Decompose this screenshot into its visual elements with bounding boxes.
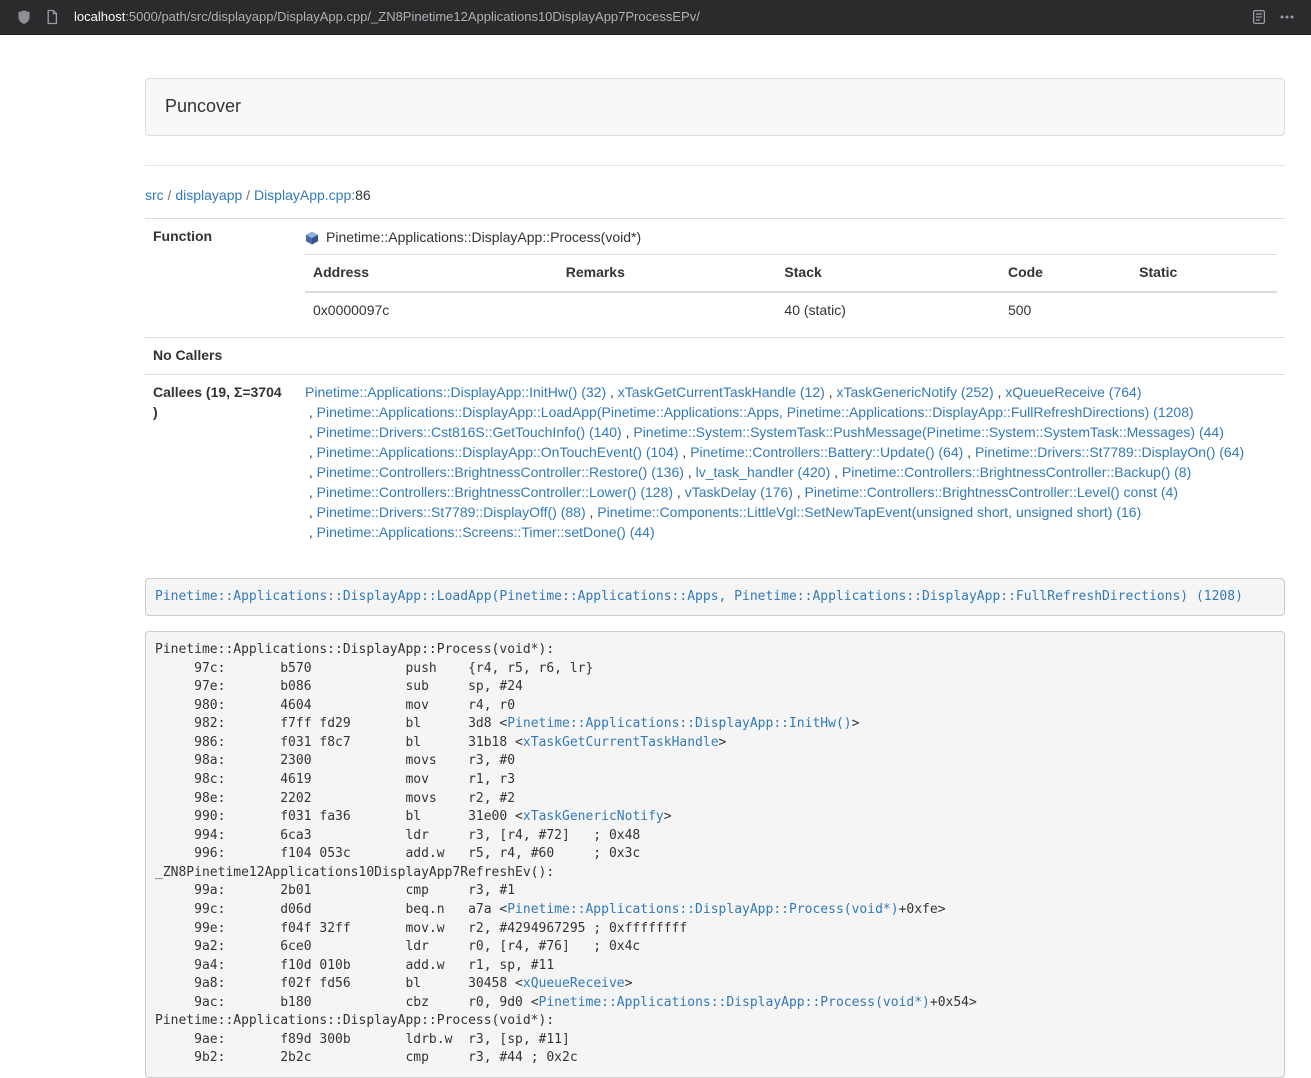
disassembly-symbol-link[interactable]: Pinetime::Applications::DisplayApp::Proc…: [507, 902, 898, 917]
callee-link[interactable]: Pinetime::Applications::DisplayApp::OnTo…: [317, 444, 679, 460]
reader-mode-icon[interactable]: [1245, 4, 1273, 30]
callee-link[interactable]: lv_task_handler (420): [696, 464, 831, 480]
callee-separator: ,: [793, 484, 805, 500]
cell-address: 0x0000097c: [305, 292, 558, 329]
browser-url-bar: localhost:5000/path/src/displayapp/Displ…: [0, 0, 1311, 35]
app-header-panel: Puncover: [145, 78, 1285, 136]
callee-separator: ,: [606, 384, 618, 400]
callee-separator: ,: [305, 464, 317, 480]
callee-separator: ,: [673, 484, 685, 500]
function-name: Pinetime::Applications::DisplayApp::Proc…: [326, 228, 641, 248]
divider: [145, 165, 1285, 166]
callee-separator: ,: [825, 384, 837, 400]
breadcrumb-separator: /: [164, 187, 176, 203]
breadcrumb: src / displayapp / DisplayApp.cpp:86: [145, 186, 1285, 206]
callee-link[interactable]: vTaskDelay (176): [685, 484, 793, 500]
disassembly-symbol-link[interactable]: Pinetime::Applications::DisplayApp::Init…: [507, 716, 851, 731]
callee-separator: ,: [684, 464, 696, 480]
callee-link[interactable]: Pinetime::Controllers::BrightnessControl…: [317, 464, 684, 480]
line-number: 86: [355, 187, 371, 203]
url-path: :5000/path/src/displayapp/DisplayApp.cpp…: [125, 9, 700, 24]
callee-separator: ,: [963, 444, 975, 460]
callees-list: Pinetime::Applications::DisplayApp::Init…: [297, 374, 1285, 550]
breadcrumb-link[interactable]: displayapp: [175, 187, 242, 203]
callee-link[interactable]: Pinetime::Controllers::BrightnessControl…: [842, 464, 1191, 480]
url-host: localhost: [74, 9, 125, 24]
callee-separator: ,: [305, 524, 317, 540]
breadcrumb-separator: /: [242, 187, 254, 203]
callee-link[interactable]: Pinetime::Drivers::St7789::DisplayOn() (…: [975, 444, 1244, 460]
callee-link[interactable]: xQueueReceive (764): [1005, 384, 1141, 400]
callee-separator: ,: [305, 404, 317, 420]
column-header-remarks: Remarks: [558, 254, 777, 291]
callee-link[interactable]: Pinetime::System::SystemTask::PushMessag…: [633, 424, 1224, 440]
app-title: Puncover: [165, 96, 241, 116]
callee-separator: ,: [994, 384, 1006, 400]
callees-row: Callees (19, Σ=3704 ) Pinetime::Applicat…: [145, 374, 1285, 550]
callee-separator: ,: [679, 444, 691, 460]
callee-link[interactable]: Pinetime::Controllers::Battery::Update()…: [690, 444, 963, 460]
disassembly-symbol-link[interactable]: xQueueReceive: [523, 976, 625, 991]
callee-link[interactable]: Pinetime::Drivers::Cst816S::GetTouchInfo…: [317, 424, 622, 440]
function-stats-table: Address Remarks Stack Code Static 0x0000…: [305, 254, 1277, 329]
callee-separator: ,: [305, 444, 317, 460]
no-callers-label: No Callers: [145, 337, 297, 374]
cell-remarks: [558, 292, 777, 329]
callee-separator: ,: [305, 424, 317, 440]
callee-separator: ,: [622, 424, 634, 440]
callee-separator: ,: [830, 464, 842, 480]
disassembly-symbol-link[interactable]: xTaskGenericNotify: [523, 809, 664, 824]
breadcrumb-link[interactable]: DisplayApp.cpp:: [254, 187, 355, 203]
column-header-code: Code: [1000, 254, 1131, 291]
callee-link[interactable]: Pinetime::Components::LittleVgl::SetNewT…: [597, 504, 1141, 520]
breadcrumb-link[interactable]: src: [145, 187, 164, 203]
table-row: 0x0000097c 40 (static) 500: [305, 292, 1277, 329]
column-header-address: Address: [305, 254, 558, 291]
column-header-stack: Stack: [776, 254, 1000, 291]
cell-stack: 40 (static): [776, 292, 1000, 329]
function-row: Function Pinetime::Applications::Display…: [145, 218, 1285, 337]
function-type-icon: [305, 231, 319, 245]
callee-link[interactable]: Pinetime::Applications::DisplayApp::Init…: [305, 384, 606, 400]
cell-static: [1131, 292, 1277, 329]
load-app-snippet: Pinetime::Applications::DisplayApp::Load…: [145, 578, 1285, 617]
callee-link[interactable]: Pinetime::Applications::Screens::Timer::…: [317, 524, 655, 540]
snippet-link[interactable]: Pinetime::Applications::DisplayApp::Load…: [155, 589, 1243, 604]
url-text[interactable]: localhost:5000/path/src/displayapp/Displ…: [74, 8, 1245, 27]
callees-label: Callees (19, Σ=3704 ): [145, 374, 297, 550]
column-header-static: Static: [1131, 254, 1277, 291]
callee-separator: ,: [586, 504, 598, 520]
callee-link[interactable]: Pinetime::Drivers::St7789::DisplayOff() …: [317, 504, 586, 520]
disassembly-code-block: Pinetime::Applications::DisplayApp::Proc…: [145, 631, 1285, 1078]
callee-link[interactable]: Pinetime::Controllers::BrightnessControl…: [317, 484, 673, 500]
callee-link[interactable]: xTaskGenericNotify (252): [836, 384, 993, 400]
tracking-protection-shield-icon[interactable]: [10, 4, 38, 30]
disassembly-symbol-link[interactable]: Pinetime::Applications::DisplayApp::Proc…: [539, 995, 930, 1010]
callee-separator: ,: [305, 504, 317, 520]
no-callers-row: No Callers: [145, 337, 1285, 374]
function-row-label: Function: [145, 218, 297, 337]
function-name-line: Pinetime::Applications::DisplayApp::Proc…: [305, 228, 1277, 248]
callee-link[interactable]: xTaskGetCurrentTaskHandle (12): [618, 384, 825, 400]
site-identity-page-icon[interactable]: [38, 4, 66, 30]
page-content: Puncover src / displayapp / DisplayApp.c…: [145, 35, 1285, 1078]
function-table: Function Pinetime::Applications::Display…: [145, 218, 1285, 551]
disassembly-symbol-link[interactable]: xTaskGetCurrentTaskHandle: [523, 735, 719, 750]
callee-link[interactable]: Pinetime::Applications::DisplayApp::Load…: [317, 404, 1194, 420]
callee-link[interactable]: Pinetime::Controllers::BrightnessControl…: [805, 484, 1178, 500]
cell-code: 500: [1000, 292, 1131, 329]
callee-separator: ,: [305, 484, 317, 500]
page-actions-menu-icon[interactable]: [1273, 4, 1301, 30]
